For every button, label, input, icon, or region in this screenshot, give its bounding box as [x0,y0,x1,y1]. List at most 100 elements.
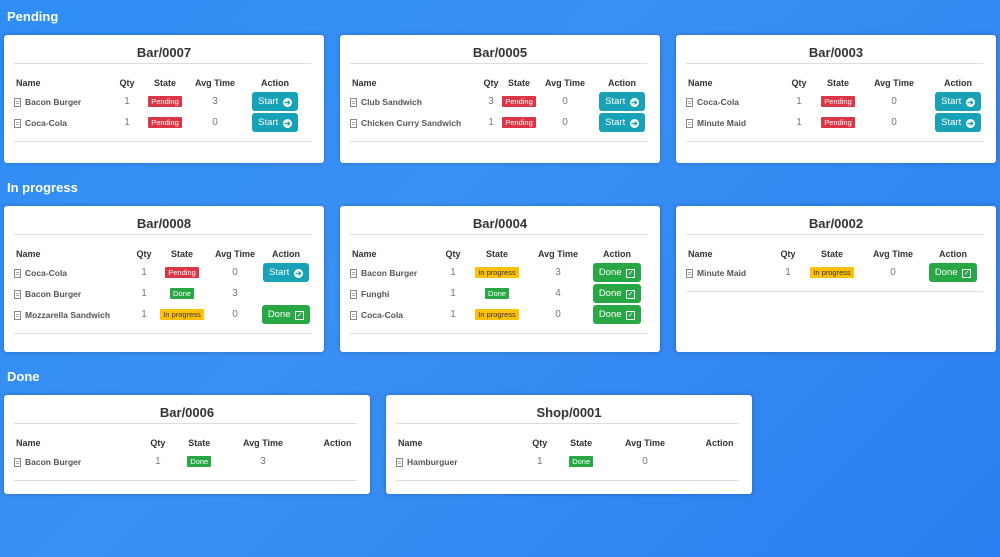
col-header-qty: Qty [483,78,499,88]
order-table: Name Qty State Avg Time Action Minute Maid 1 In… [686,246,986,283]
status-badge: In progress [475,309,519,320]
start-button[interactable]: Start ➜ [252,113,298,132]
item-qty: 1 [124,96,130,107]
start-button[interactable]: Start ➜ [599,113,645,132]
col-header-avg-time: Avg Time [873,78,914,88]
col-header-name: Name [688,78,713,88]
start-button[interactable]: Start ➜ [935,113,981,132]
done-label: Done [598,309,622,320]
item-qty: 1 [450,309,456,320]
col-header-qty: Qty [791,78,807,88]
status-badge: Pending [821,96,855,107]
item-name: Mozzarella Sandwich [25,309,111,320]
item-qty: 1 [537,456,543,467]
col-header-name: Name [16,438,41,448]
card-title: Bar/0002 [808,216,864,231]
arrow-right-circle-icon: ➜ [629,119,639,128]
item-qty: 1 [141,288,147,299]
start-label: Start [941,96,962,107]
start-label: Start [605,96,626,107]
status-badge: Pending [148,117,182,128]
check-square-icon: ✓ [626,290,636,299]
item-qty: 1 [155,456,161,467]
col-header-state: State [507,78,530,88]
col-header-action: Action [323,438,352,448]
order-card-bar0007: Bar/0007 Name Qty State Avg Time Action Bacon … [4,35,324,163]
order-table: Name Qty State Avg Time Action Bacon Burger 1 P… [14,75,310,133]
table-row: Coca-Cola 1 Pending 0 Start ➜ [14,262,314,283]
table-row: Coca-Cola 1 Pending 0 Start ➜ [14,112,310,133]
col-header-avg-time: Avg Time [624,438,665,448]
check-square-icon: ✓ [295,311,305,320]
document-icon [350,118,357,128]
divider [14,63,311,64]
col-header-state: State [170,249,193,259]
arrow-right-circle-icon: ➜ [629,98,639,107]
order-card-bar0002: Bar/0002 Name Qty State Avg Time Action Minute… [676,206,996,352]
start-button[interactable]: Start ➜ [599,92,645,111]
start-button[interactable]: Start ➜ [935,92,981,111]
done-button[interactable]: Done ✓ [592,284,642,303]
document-icon [686,97,693,107]
col-header-action: Action [944,78,972,88]
table-row: Minute Maid 1 Pending 0 Start ➜ [686,112,990,133]
status-badge: Done [485,288,509,299]
col-header-state: State [826,78,849,88]
item-name: Bacon Burger [25,456,82,467]
divider [14,141,311,142]
col-header-action: Action [705,438,734,448]
item-qty: 1 [124,117,130,128]
done-button[interactable]: Done ✓ [592,263,642,282]
start-button[interactable]: Start ➜ [263,263,309,282]
done-button[interactable]: Done ✓ [592,305,642,324]
order-table: Name Qty State Avg Time Action Coca-Cola 1 Pend… [14,246,314,325]
item-avg-time: 3 [212,96,218,107]
check-square-icon: ✓ [962,269,972,278]
order-table: Name Qty State Avg Time Action Club Sandwich 3… [350,75,652,133]
order-table: Name Qty State Avg Time Action Coca-Cola 1 Pend… [686,75,990,133]
status-badge: Pending [148,96,182,107]
col-header-avg-time: Avg Time [544,78,585,88]
col-header-action: Action [603,249,631,259]
item-qty: 1 [450,288,456,299]
document-icon [350,310,357,320]
col-header-action: Action [261,78,289,88]
done-button[interactable]: Done ✓ [928,263,978,282]
item-avg-time: 3 [260,456,266,467]
status-badge: In progress [475,267,519,278]
document-icon [14,118,21,128]
status-badge: Done [187,456,212,467]
section-title-pending: Pending [7,9,59,24]
col-header-name: Name [16,78,41,88]
item-name: Club Sandwich [361,96,422,107]
card-title: Bar/0006 [159,405,215,420]
document-icon [14,457,21,467]
table-row: Hamburguer 1 Done 0 [396,451,752,472]
divider [686,141,983,142]
divider [350,234,647,235]
document-icon [350,97,357,107]
item-qty: 1 [796,96,802,107]
col-header-name: Name [352,249,377,259]
item-avg-time: 0 [891,96,897,107]
status-badge: Pending [502,117,536,128]
divider [14,234,311,235]
done-label: Done [598,267,622,278]
table-row: Club Sandwich 3 Pending 0 Start ➜ [350,91,652,112]
item-avg-time: 3 [232,288,238,299]
document-icon [14,97,21,107]
divider [396,423,739,424]
done-button[interactable]: Done ✓ [261,305,311,324]
divider [686,63,983,64]
start-label: Start [269,267,290,278]
col-header-name: Name [352,78,377,88]
start-button[interactable]: Start ➜ [252,92,298,111]
col-header-state: State [485,249,508,259]
document-icon [14,268,21,278]
col-header-qty: Qty [150,438,166,448]
arrow-right-circle-icon: ➜ [282,119,292,128]
item-name: Coca-Cola [25,117,68,128]
order-card-bar0006: Bar/0006 Name Qty State Avg Time Action Bacon … [4,395,370,494]
col-header-avg-time: Avg Time [243,438,284,448]
col-header-avg-time: Avg Time [872,249,913,259]
